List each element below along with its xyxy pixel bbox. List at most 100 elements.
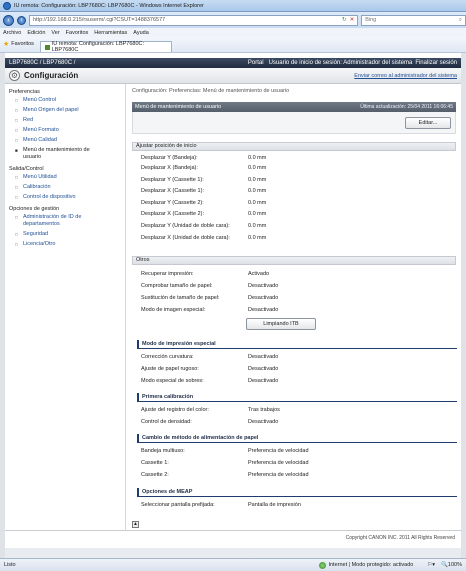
row-value: Pantalla de impresión	[248, 502, 301, 508]
row: Recuperar impresión: Activado	[138, 270, 456, 278]
row-label: Desplazar X (Unidad de doble cara):	[141, 235, 230, 241]
refresh-icon[interactable]: ↻	[342, 17, 347, 23]
logout-link[interactable]: Finalizar sesión	[415, 60, 457, 66]
clean-itb-button[interactable]: Limpiando ITB	[246, 318, 316, 330]
row-label: Recuperar impresión:	[141, 271, 194, 277]
menu-bar: Archivo Edición Ver Favoritos Herramient…	[0, 28, 466, 37]
mail-admin-link[interactable]: Enviar correo al administrador del siste…	[354, 73, 457, 79]
sidebar-item-origen-papel[interactable]: Menú Origen del papel	[5, 107, 125, 114]
security-zone: Internet | Modo protegido: activado	[328, 562, 414, 568]
menu-edicion[interactable]: Edición	[27, 30, 45, 36]
row-label: Corrección curvatura:	[141, 354, 194, 360]
row: Control de densidad: Desactivado	[138, 418, 456, 426]
search-placeholder: Bing	[365, 17, 377, 23]
page-title: Configuración	[24, 71, 79, 80]
row: Corrección curvatura: Desactivado	[138, 353, 456, 361]
row: Ajuste del registro del color: Tras traba…	[138, 406, 456, 414]
stop-icon[interactable]: ✕	[350, 17, 355, 23]
address-bar: ‹ › http://192.168.0.215/rsuserm/.cgi?CS…	[0, 12, 466, 28]
last-update: Última actualización: 25/04 2011 16:06:4…	[360, 104, 453, 110]
sidebar-item-calibracion[interactable]: Calibración	[5, 184, 125, 191]
browser-tab[interactable]: IU remota: Configuración: LBP7680C: LBP7…	[39, 41, 172, 53]
favorites-button[interactable]: ★ Favoritos	[3, 40, 34, 48]
row-label: Desplazar Y (Cassette 2):	[141, 200, 204, 206]
row: Desplazar Y (Cassette 1): 0.0 mm	[138, 176, 456, 184]
edit-button[interactable]: Editar...	[405, 117, 451, 129]
subsection-title-alimentacion: Cambio de método de alimentación de pape…	[137, 434, 457, 443]
row-value: 0.0 mm	[248, 211, 267, 217]
menu-favoritos[interactable]: Favoritos	[66, 30, 89, 36]
edit-row: Editar...	[132, 112, 456, 134]
sidebar-item-mantenimiento[interactable]: Menú de mantenimiento de usuario	[5, 147, 100, 161]
sidebar: Preferencias Menú Control Menú Origen de…	[5, 84, 125, 530]
row: Bandeja multiuso: Preferencia de velocida…	[138, 447, 456, 455]
row-value: Desactivado	[248, 419, 279, 425]
page-icon	[44, 44, 50, 50]
status-bar: Listo Internet | Modo protegido: activad…	[0, 558, 466, 571]
star-icon: ★	[3, 41, 10, 48]
row: Cassette 1: Preferencia de velocidad	[138, 459, 456, 467]
sidebar-item-licencia[interactable]: Licencia/Otro	[5, 241, 125, 248]
forward-button[interactable]: ›	[16, 15, 26, 25]
row: Desplazar Y (Bandeja): 0.0 mm	[138, 154, 456, 162]
sidebar-section-salida: Salida/Control	[9, 166, 44, 172]
main-content: Configuración: Preferencias: Menú de man…	[125, 84, 461, 530]
menu-archivo[interactable]: Archivo	[3, 30, 21, 36]
row-label: Desplazar Y (Cassette 1):	[141, 177, 204, 183]
row-label: Sustitución de tamaño de papel:	[141, 295, 220, 301]
panel-title: Menú de mantenimiento de usuario	[135, 104, 222, 110]
ie-logo-icon	[3, 1, 11, 10]
zoom-level[interactable]: 100%	[448, 562, 462, 568]
sidebar-item-calidad[interactable]: Menú Calidad	[5, 137, 125, 144]
device-name: LBP7680C / LBP7680C /	[9, 60, 76, 66]
window-titlebar: IU remota: Configuración: LBP7680C: LBP7…	[0, 0, 466, 12]
sidebar-item-utilidad[interactable]: Menú Utilidad	[5, 174, 125, 181]
row: Comprobar tamaño de papel: Desactivado	[138, 282, 456, 290]
protected-mode-icon[interactable]: ⚐▾	[427, 562, 435, 568]
subsection-title-meap: Opciones de MEAP	[137, 488, 457, 497]
url-field[interactable]: http://192.168.0.215/rsuserm/.cgi?CSUT=1…	[28, 14, 359, 26]
section-header-otros: Otros	[132, 256, 456, 265]
row: Desplazar X (Cassette 2): 0.0 mm	[138, 210, 456, 218]
row: Seleccionar pantalla prefijada: Pantalla …	[138, 501, 456, 509]
page-bottom-band	[5, 548, 461, 558]
copyright-text: Copyright CANON INC. 2011 All Rights Res…	[345, 535, 455, 541]
row-value: 0.0 mm	[248, 188, 267, 194]
row-value: 0.0 mm	[248, 155, 267, 161]
row-value: 0.0 mm	[248, 177, 267, 183]
sidebar-item-red[interactable]: Red	[5, 117, 125, 124]
back-button[interactable]: ‹	[3, 14, 14, 26]
portal-link[interactable]: Portal	[248, 60, 264, 66]
menu-ayuda[interactable]: Ayuda	[133, 30, 149, 36]
row-label: Comprobar tamaño de papel:	[141, 283, 213, 289]
row-value: Activado	[248, 271, 270, 277]
row-label: Control de densidad:	[141, 419, 192, 425]
row-value: 0.0 mm	[248, 223, 267, 229]
search-field[interactable]: Bing ⌕	[361, 14, 466, 26]
menu-herramientas[interactable]: Herramientas	[94, 30, 127, 36]
row-value: Desactivado	[248, 307, 279, 313]
sidebar-item-formato[interactable]: Menú Formato	[5, 127, 125, 134]
search-icon[interactable]: ⌕	[459, 17, 462, 24]
row-label: Modo especial de sobres:	[141, 378, 204, 384]
row-value: Desactivado	[248, 283, 279, 289]
sidebar-item-menu-control[interactable]: Menú Control	[5, 97, 125, 104]
row-value: Desactivado	[248, 295, 279, 301]
sidebar-item-seguridad[interactable]: Seguridad	[5, 231, 125, 238]
back-to-top-icon[interactable]: ▲	[132, 521, 139, 528]
page-margin-right	[461, 53, 466, 558]
subsection-title-calibracion: Primera calibración	[137, 393, 457, 402]
panel-header: Menú de mantenimiento de usuario Última …	[132, 102, 456, 112]
favorites-label: Favoritos	[11, 41, 34, 47]
row: Ajuste de papel rugoso: Desactivado	[138, 365, 456, 373]
row: Desplazar X (Cassette 1): 0.0 mm	[138, 187, 456, 195]
row: Sustitución de tamaño de papel: Desactiva…	[138, 294, 456, 302]
row-label: Desplazar X (Cassette 1):	[141, 188, 204, 194]
subsection-title-especial: Modo de impresión especial	[137, 340, 457, 349]
row: Desplazar Y (Unidad de doble cara): 0.0 m…	[138, 222, 456, 230]
sidebar-item-control-dispositivo[interactable]: Control de dispositivo	[5, 194, 125, 201]
menu-ver[interactable]: Ver	[51, 30, 59, 36]
sidebar-item-departamentos[interactable]: Administración de ID de departamentos	[5, 214, 100, 228]
row-value: 0.0 mm	[248, 235, 267, 241]
row-value: Desactivado	[248, 366, 279, 372]
